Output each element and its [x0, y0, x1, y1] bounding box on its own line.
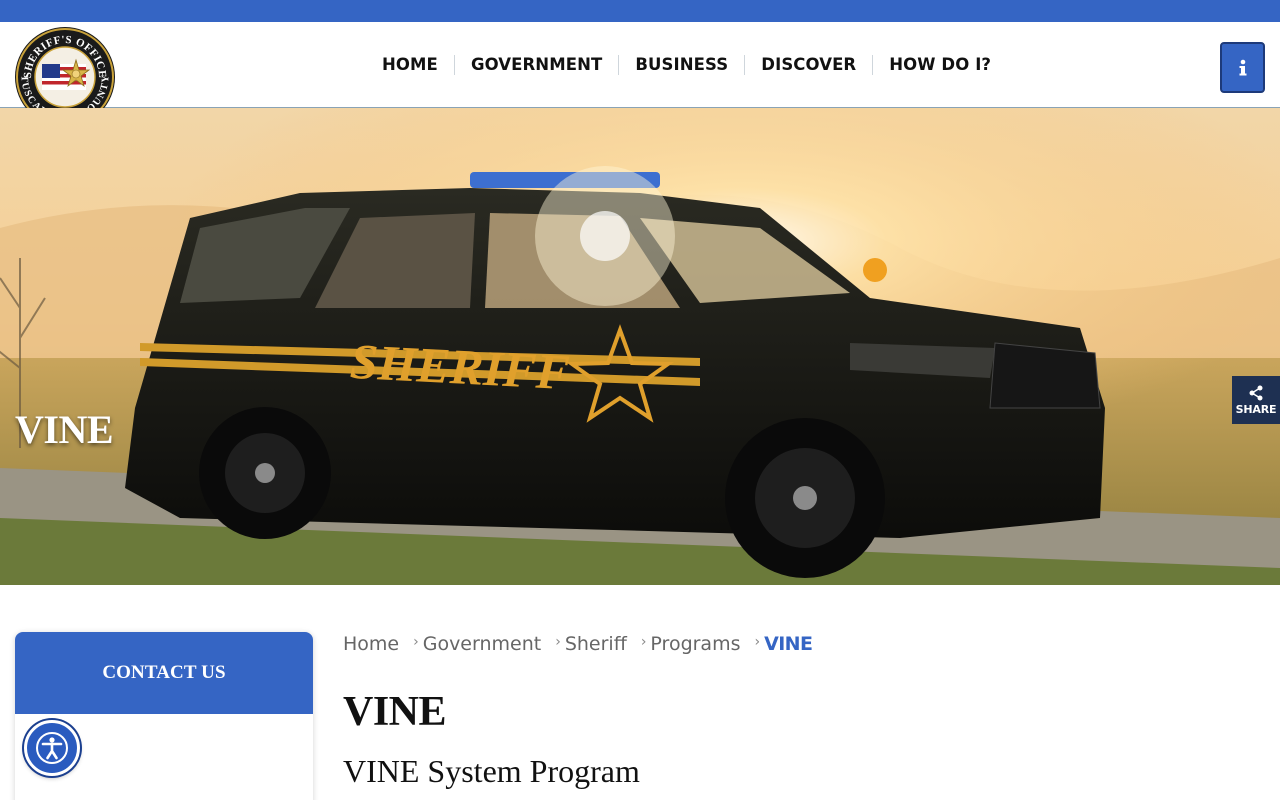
hero-title: VINE — [15, 407, 114, 452]
nav-home[interactable]: HOME — [366, 55, 454, 75]
share-label: SHARE — [1235, 402, 1277, 416]
nav-government[interactable]: GOVERNMENT — [453, 55, 618, 75]
top-color-strip — [0, 0, 1280, 22]
share-button[interactable]: SHARE — [1232, 376, 1280, 424]
accessibility-button[interactable] — [24, 720, 80, 776]
nav-how-do-i[interactable]: HOW DO I? — [872, 55, 1007, 75]
breadcrumb-government[interactable]: Government — [423, 633, 542, 655]
breadcrumb-programs[interactable]: Programs — [650, 633, 740, 655]
page-title: VINE — [343, 689, 447, 735]
nav-business[interactable]: BUSINESS — [618, 55, 744, 75]
breadcrumb-separator: › — [640, 634, 647, 650]
breadcrumb-sheriff[interactable]: Sheriff — [565, 633, 627, 655]
breadcrumb-separator: › — [413, 634, 419, 650]
site-header: SHERIFF'S OFFICE TUSCARAWAS COUNTY HOME … — [0, 22, 1280, 127]
breadcrumb-separator: › — [754, 634, 761, 650]
main-navigation: HOME GOVERNMENT BUSINESS DISCOVER HOW DO… — [366, 52, 1007, 78]
hero-banner: SHERIFF VINE SHARE — [0, 108, 1280, 585]
accessibility-icon — [36, 732, 68, 764]
hero-sheriff-vehicle-image: SHERIFF — [0, 108, 1280, 585]
info-icon — [1239, 59, 1246, 75]
nav-discover[interactable]: DISCOVER — [744, 55, 872, 75]
breadcrumb-home[interactable]: Home — [343, 633, 399, 655]
contact-us-title: CONTACT US — [102, 662, 226, 683]
breadcrumb-separator: › — [555, 634, 561, 650]
info-button[interactable] — [1220, 42, 1265, 93]
breadcrumb: Home › Government › Sheriff › Programs ›… — [343, 633, 813, 655]
breadcrumb-current: VINE — [764, 633, 813, 655]
svg-text:SHERIFF: SHERIFF — [349, 333, 571, 400]
share-icon — [1249, 385, 1263, 400]
page-subtitle: VINE System Program — [343, 753, 640, 789]
contact-us-header[interactable]: CONTACT US — [15, 632, 313, 714]
